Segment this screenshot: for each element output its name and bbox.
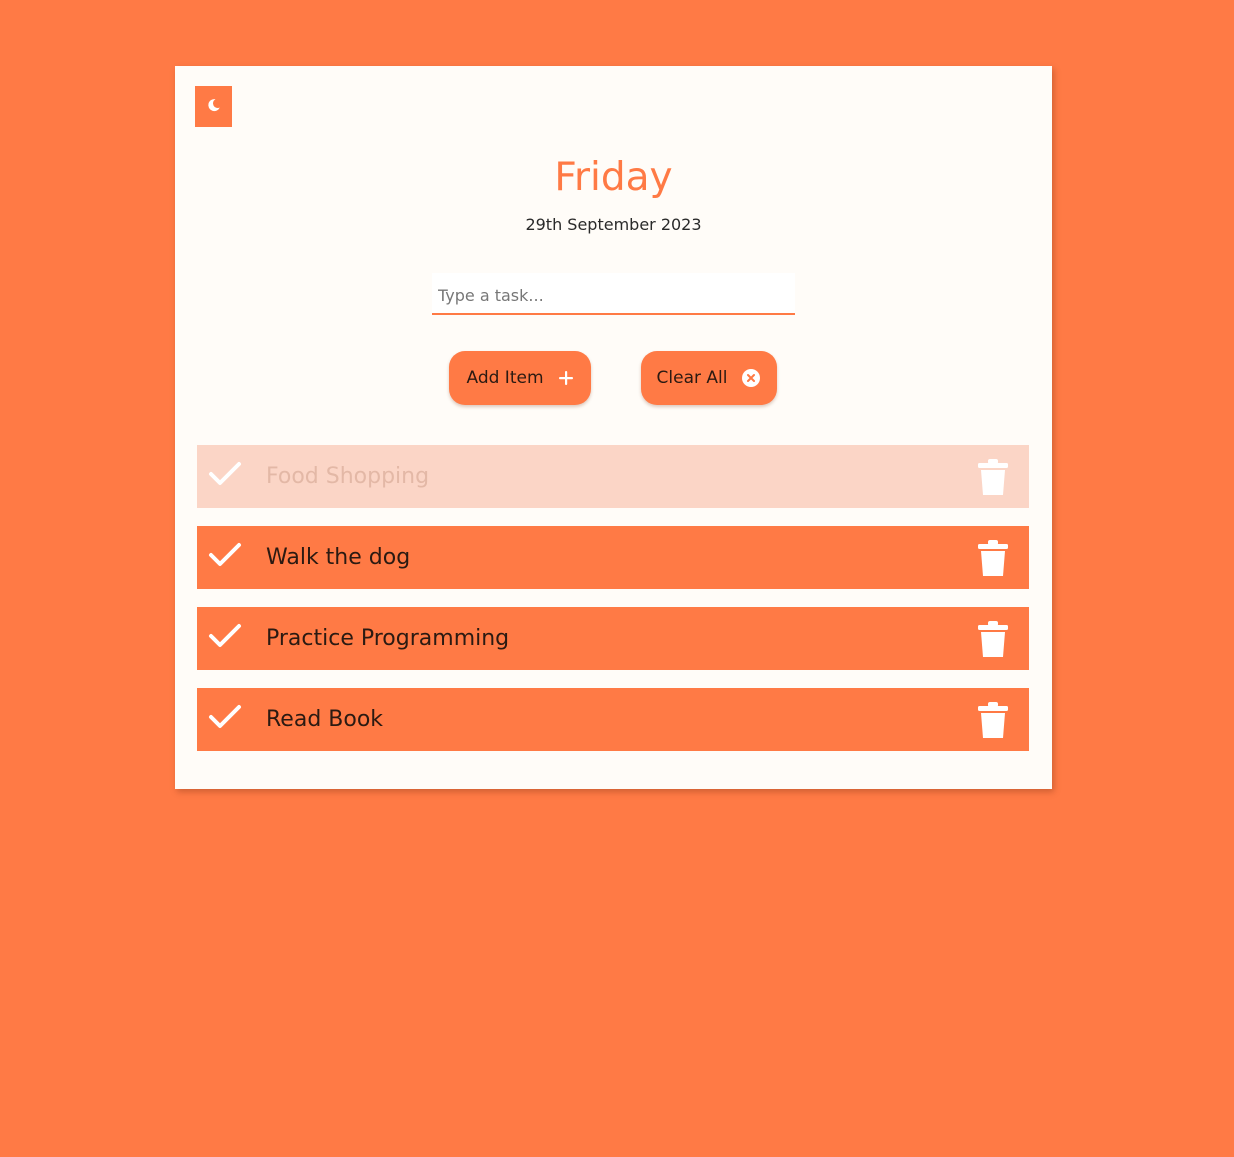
clear-all-button[interactable]: Clear All — [641, 351, 777, 405]
trash-icon[interactable] — [975, 457, 1011, 497]
task-list: Food Shopping Walk the dog Practice Prog… — [197, 445, 1029, 769]
check-icon[interactable] — [207, 621, 243, 651]
plus-icon — [558, 370, 574, 386]
clear-all-label: Clear All — [656, 368, 728, 388]
theme-toggle-button[interactable] — [195, 86, 232, 127]
trash-icon[interactable] — [975, 700, 1011, 740]
todo-card: Friday 29th September 2023 Add Item Clea… — [175, 66, 1052, 789]
trash-icon[interactable] — [975, 538, 1011, 578]
task-label: Read Book — [266, 707, 384, 732]
trash-icon[interactable] — [975, 619, 1011, 659]
task-item: Food Shopping — [197, 445, 1029, 508]
date-subtitle: 29th September 2023 — [525, 215, 702, 234]
task-label: Walk the dog — [266, 545, 411, 570]
add-item-label: Add Item — [466, 368, 544, 388]
task-input[interactable] — [432, 273, 795, 315]
task-item: Walk the dog — [197, 526, 1029, 589]
page-title: Friday — [554, 155, 673, 200]
moon-icon — [206, 97, 222, 116]
check-icon[interactable] — [207, 540, 243, 570]
close-circle-icon — [741, 368, 761, 388]
task-item: Read Book — [197, 688, 1029, 751]
check-icon[interactable] — [207, 702, 243, 732]
add-item-button[interactable]: Add Item — [449, 351, 591, 405]
task-item: Practice Programming — [197, 607, 1029, 670]
task-label: Practice Programming — [266, 626, 510, 651]
check-icon[interactable] — [207, 459, 243, 489]
task-label: Food Shopping — [266, 464, 430, 489]
